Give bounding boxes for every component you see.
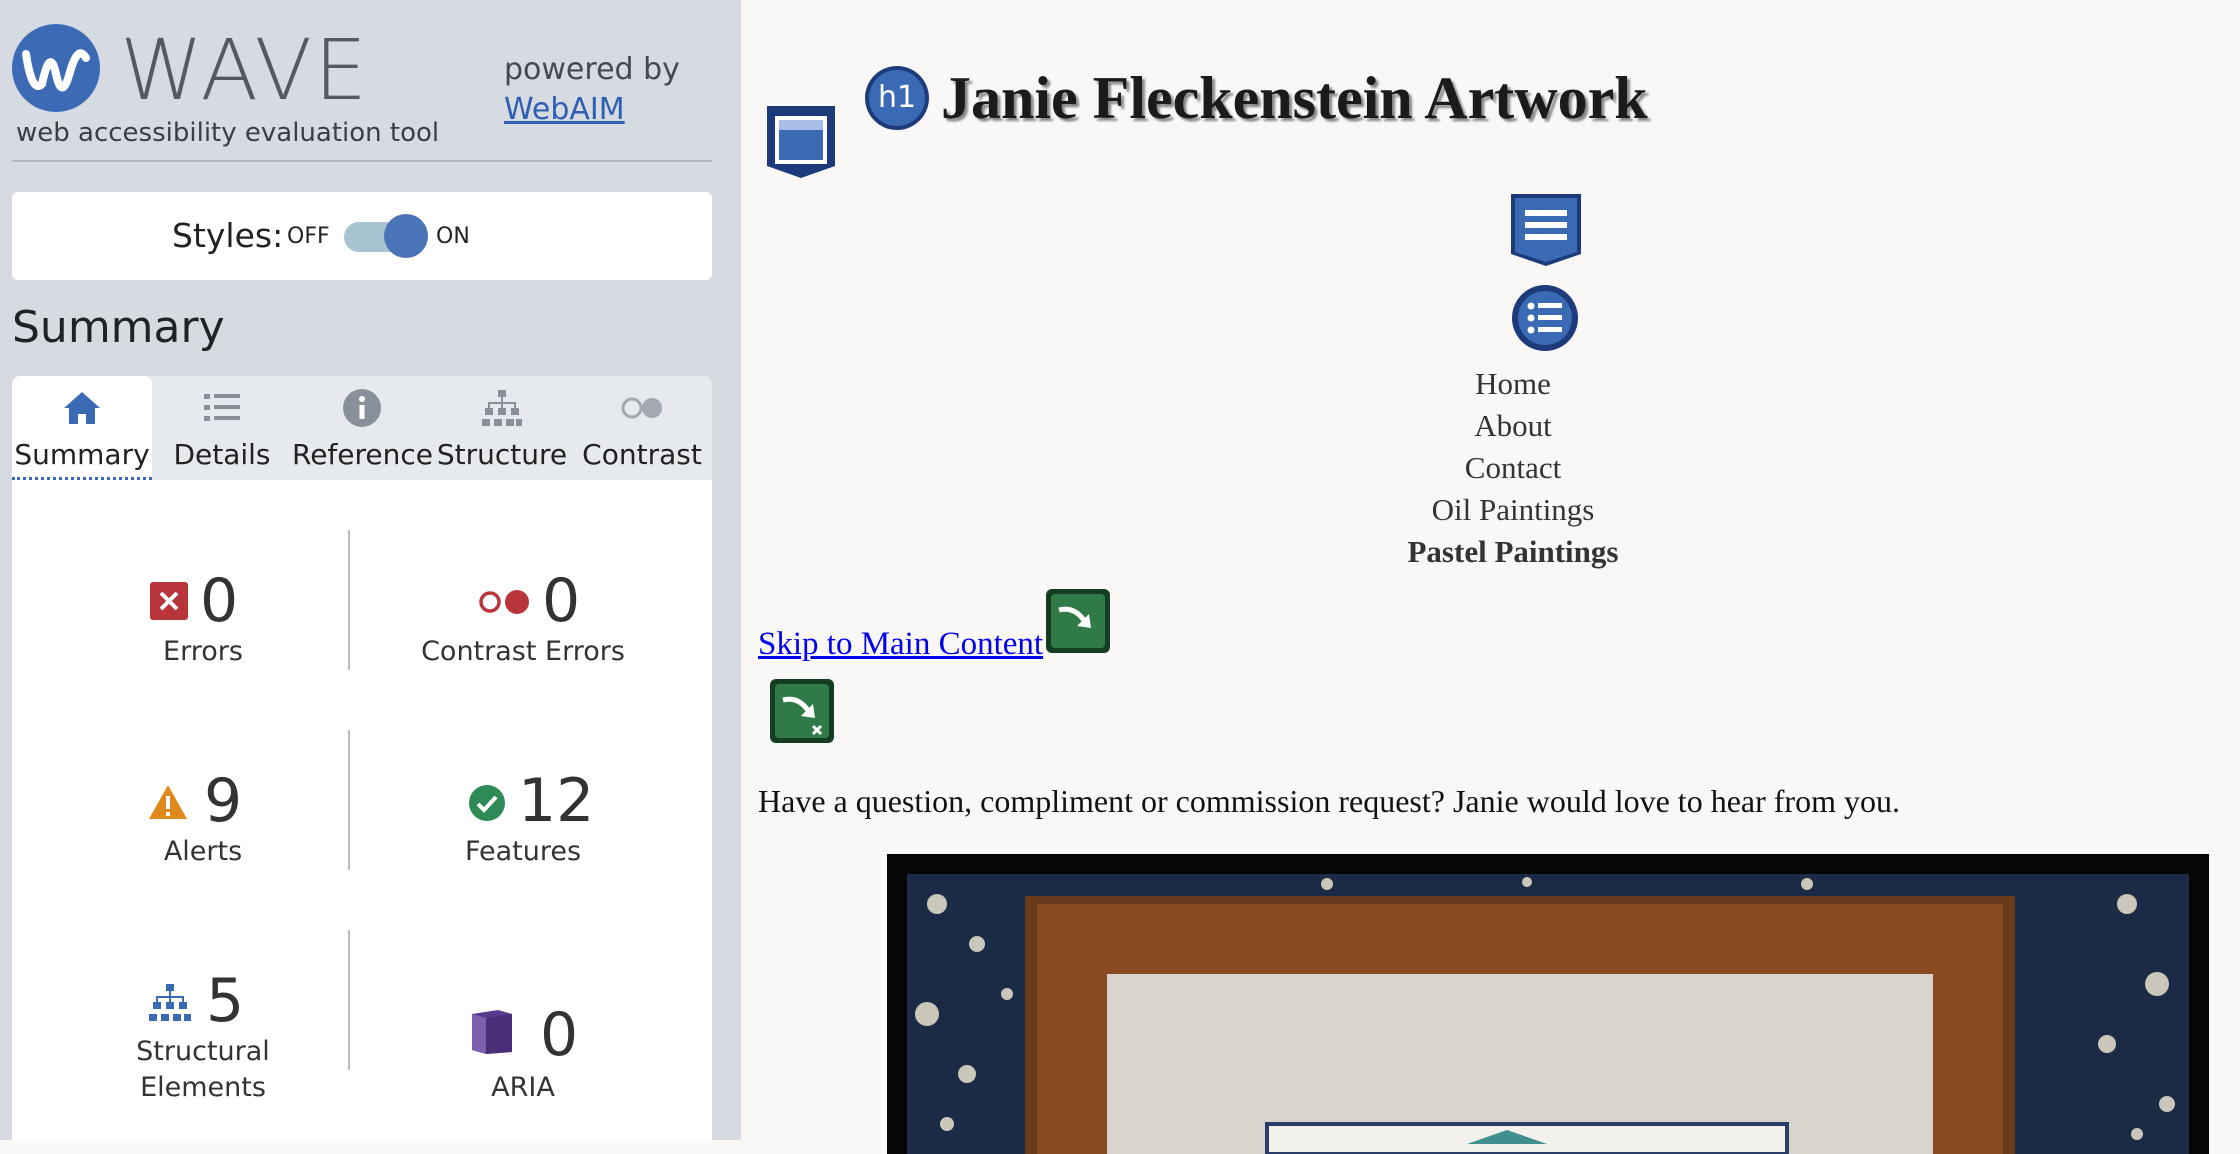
webaim-link[interactable]: WebAIM — [504, 90, 680, 130]
wave-subtitle: web accessibility evaluation tool — [16, 118, 440, 148]
aria-cube-icon — [472, 1010, 512, 1054]
wave-logo-icon — [12, 24, 100, 112]
tab-structure[interactable]: Structure — [432, 376, 572, 480]
alerts-label: Alerts — [163, 836, 243, 867]
stat-aria[interactable]: 0 ARIA — [358, 970, 688, 1120]
contrast-error-icon — [479, 590, 529, 614]
home-icon — [64, 392, 100, 424]
feature-check-icon — [469, 785, 505, 821]
tab-bar: Summary Details Reference Structure Cont… — [12, 376, 712, 480]
list-icon — [204, 394, 240, 421]
summary-heading: Summary — [12, 302, 225, 353]
stat-contrast-errors[interactable]: 0 Contrast Errors — [358, 566, 688, 690]
styles-panel: Styles: OFF ON — [12, 192, 712, 280]
stat-structural-elements[interactable]: 5 Structural Elements — [38, 966, 368, 1120]
unordered-list-icon[interactable] — [1511, 284, 1579, 352]
contrast-errors-label: Contrast Errors — [421, 636, 625, 667]
styles-label: Styles: — [172, 216, 284, 255]
header-region-icon[interactable] — [765, 104, 837, 180]
stat-errors[interactable]: 0 Errors — [38, 566, 368, 690]
tab-contrast-label: Contrast — [582, 438, 702, 471]
features-count: 12 — [518, 766, 595, 836]
tab-reference[interactable]: Reference — [292, 376, 433, 480]
navigation-region-icon[interactable] — [1509, 192, 1583, 268]
h1-badge-icon[interactable]: h1 — [865, 66, 929, 130]
contrast-errors-count: 0 — [542, 566, 581, 636]
intro-paragraph: Have a question, compliment or commissio… — [758, 783, 1900, 819]
stat-features[interactable]: 12 Features — [358, 766, 688, 890]
alert-icon — [149, 785, 187, 819]
alerts-count: 9 — [204, 766, 243, 836]
powered-by: powered by WebAIM — [504, 50, 680, 130]
divider — [12, 160, 712, 162]
structural-count: 5 — [206, 966, 245, 1036]
nav-link-home[interactable]: Home — [741, 366, 2240, 402]
styles-toggle-knob[interactable] — [384, 214, 428, 258]
error-icon — [150, 582, 188, 620]
skip-to-main-link[interactable]: Skip to Main Content — [758, 626, 1043, 663]
tab-details[interactable]: Details — [152, 376, 292, 480]
h1-badge-label: h1 — [869, 70, 925, 126]
wave-sidebar: WAVE web accessibility evaluation tool p… — [0, 0, 741, 1140]
nav-link-oil-paintings[interactable]: Oil Paintings — [741, 492, 2240, 528]
aria-count: 0 — [540, 1000, 579, 1070]
info-icon — [343, 389, 381, 427]
nav-link-pastel-paintings[interactable]: Pastel Paintings — [741, 534, 2240, 570]
wave-brand: WAVE — [120, 21, 370, 119]
skip-link-icon[interactable] — [1045, 588, 1111, 654]
tab-summary-label: Summary — [14, 438, 150, 471]
tab-contrast[interactable]: Contrast — [572, 376, 712, 480]
toggle-on-label: ON — [436, 224, 470, 249]
powered-by-text: powered by — [504, 52, 680, 87]
hierarchy-icon — [482, 390, 522, 426]
toggle-off-label: OFF — [287, 224, 330, 249]
structure-icon — [149, 984, 191, 1021]
stat-alerts[interactable]: 9 Alerts — [38, 766, 368, 890]
tab-structure-label: Structure — [436, 438, 568, 471]
skip-link-target-icon[interactable] — [769, 678, 835, 744]
errors-count: 0 — [200, 566, 239, 636]
structural-label-line2: Elements — [140, 1072, 266, 1103]
features-label: Features — [464, 836, 582, 867]
tab-reference-label: Reference — [292, 438, 433, 471]
tab-summary[interactable]: Summary — [12, 376, 152, 480]
errors-label: Errors — [163, 636, 243, 667]
summary-panel: 0 Errors 0 Contrast Errors 9 Alerts 12 F… — [12, 480, 712, 1140]
nav-link-contact[interactable]: Contact — [741, 450, 2240, 486]
tab-details-label: Details — [173, 438, 271, 471]
page-title: Janie Fleckenstein Artwork — [941, 65, 1648, 131]
aria-label: ARIA — [491, 1072, 555, 1103]
nav-link-about[interactable]: About — [741, 408, 2240, 444]
structural-label-line1: Structural — [136, 1036, 270, 1067]
contrast-icon — [621, 397, 662, 419]
artwork-image — [887, 854, 2209, 1154]
evaluated-page: h1 Janie Fleckenstein Artwork Home About… — [741, 0, 2240, 1154]
artwork-photo — [907, 874, 2189, 1154]
